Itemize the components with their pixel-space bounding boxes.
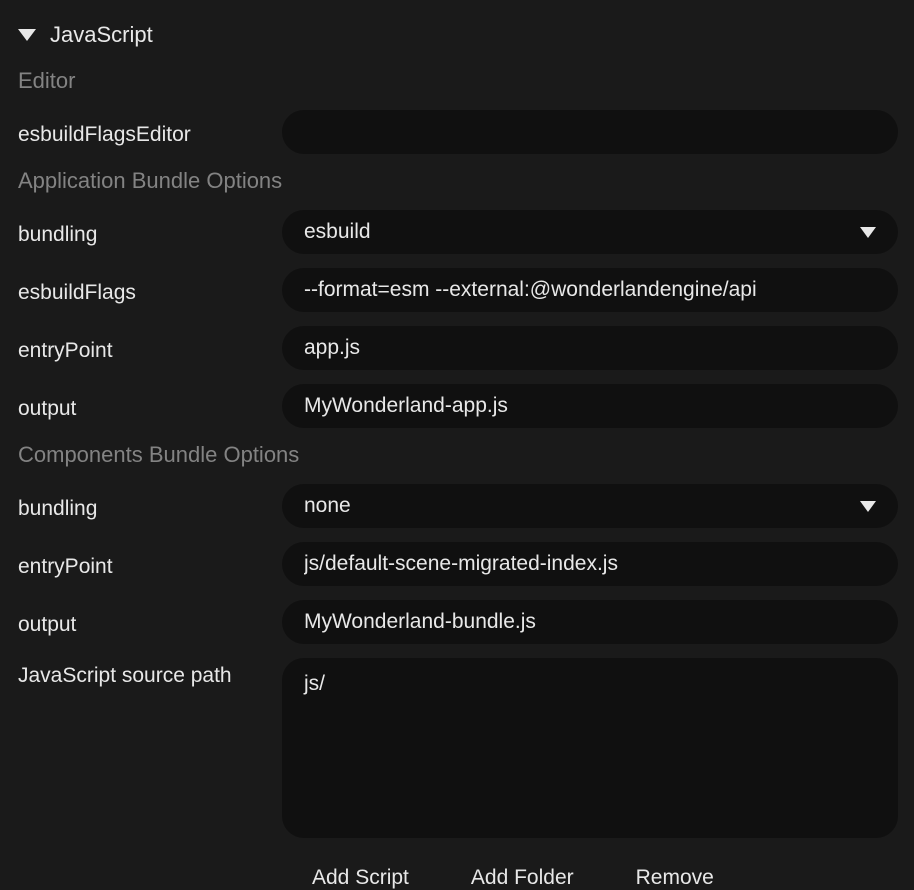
app-bundling-value: esbuild <box>304 220 371 244</box>
esbuild-flags-editor-input[interactable] <box>282 110 898 154</box>
comp-output-row: output <box>18 600 898 644</box>
section-title: JavaScript <box>50 22 153 48</box>
app-entrypoint-input[interactable] <box>282 326 898 370</box>
app-bundling-row: bundling esbuild <box>18 210 898 254</box>
comp-bundling-label: bundling <box>18 491 282 521</box>
app-output-label: output <box>18 391 282 421</box>
comp-entrypoint-input[interactable] <box>282 542 898 586</box>
editor-subheader: Editor <box>18 68 898 94</box>
chevron-down-icon <box>18 29 36 41</box>
comp-output-label: output <box>18 607 282 637</box>
chevron-down-icon <box>860 501 876 512</box>
app-entrypoint-row: entryPoint <box>18 326 898 370</box>
add-script-button[interactable]: Add Script <box>312 866 409 890</box>
comp-output-input[interactable] <box>282 600 898 644</box>
comp-bundling-dropdown[interactable]: none <box>282 484 898 528</box>
app-entrypoint-label: entryPoint <box>18 333 282 363</box>
remove-button[interactable]: Remove <box>636 866 714 890</box>
source-path-textarea[interactable] <box>282 658 898 838</box>
section-header[interactable]: JavaScript <box>18 22 898 48</box>
app-bundling-label: bundling <box>18 217 282 247</box>
components-bundle-subheader: Components Bundle Options <box>18 442 898 468</box>
app-esbuild-flags-row: esbuildFlags <box>18 268 898 312</box>
comp-entrypoint-label: entryPoint <box>18 549 282 579</box>
chevron-down-icon <box>860 227 876 238</box>
app-output-row: output <box>18 384 898 428</box>
esbuild-flags-editor-row: esbuildFlagsEditor <box>18 110 898 154</box>
source-path-label: JavaScript source path <box>18 658 282 688</box>
app-bundle-subheader: Application Bundle Options <box>18 168 898 194</box>
esbuild-flags-editor-label: esbuildFlagsEditor <box>18 117 282 147</box>
comp-bundling-row: bundling none <box>18 484 898 528</box>
comp-bundling-value: none <box>304 494 351 518</box>
button-row: Add Script Add Folder Remove <box>18 866 898 890</box>
app-output-input[interactable] <box>282 384 898 428</box>
app-bundling-dropdown[interactable]: esbuild <box>282 210 898 254</box>
comp-entrypoint-row: entryPoint <box>18 542 898 586</box>
app-esbuild-flags-label: esbuildFlags <box>18 275 282 305</box>
add-folder-button[interactable]: Add Folder <box>471 866 574 890</box>
source-path-row: JavaScript source path <box>18 658 898 838</box>
app-esbuild-flags-input[interactable] <box>282 268 898 312</box>
